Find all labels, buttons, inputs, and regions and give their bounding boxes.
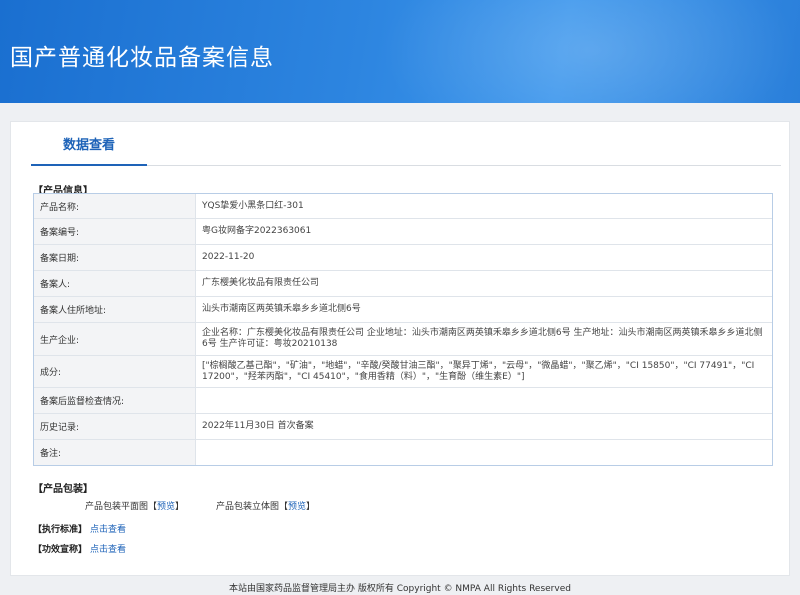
- row-value: [196, 388, 772, 413]
- bracket-open: 【: [279, 502, 289, 512]
- row-value: 粤G妆网备字2022363061: [202, 226, 312, 236]
- content-panel: 数据查看 【产品信息】 产品名称: YQS挚爱小黑条口红-301 备案编号: 粤…: [10, 121, 790, 576]
- row-label: 备案人住所地址:: [34, 297, 196, 322]
- row-label: 产品名称:: [34, 194, 196, 218]
- row-value: 企业名称：广东樱美化妆品有限责任公司 企业地址：汕头市潮南区两英镇禾皋乡乡道北侧…: [202, 328, 763, 349]
- standard-view-link[interactable]: 点击查看: [90, 522, 126, 535]
- row-label: 备案后监督检查情况:: [34, 388, 196, 413]
- row-label: 备案人:: [34, 271, 196, 296]
- table-row: 备案编号: 粤G妆网备字2022363061: [34, 219, 772, 245]
- row-value: ["棕榈酸乙基己酯"，"矿油"，"地蜡"，"辛酸/癸酸甘油三酯"，"聚异丁烯"，…: [202, 360, 755, 382]
- row-label: 备案编号:: [34, 219, 196, 244]
- table-row: 备注:: [34, 440, 772, 465]
- row-value: 汕头市潮南区两英镇禾皋乡乡道北侧6号: [202, 304, 361, 314]
- bracket-close: 】: [306, 502, 316, 512]
- table-row: 备案人住所地址: 汕头市潮南区两英镇禾皋乡乡道北侧6号: [34, 297, 772, 323]
- tab-data-view[interactable]: 数据查看: [31, 122, 147, 166]
- tab-bar: 数据查看: [31, 122, 781, 166]
- row-label: 备注:: [34, 440, 196, 465]
- table-row: 成分: ["棕榈酸乙基己酯"，"矿油"，"地蜡"，"辛酸/癸酸甘油三酯"，"聚异…: [34, 356, 772, 388]
- header-glow: [380, 0, 800, 103]
- page-header: 国产普通化妆品备案信息: [0, 0, 800, 103]
- table-row: 历史记录: 2022年11月30日 首次备案: [34, 414, 772, 440]
- row-value: [196, 440, 772, 465]
- bracket-open: 【: [148, 502, 158, 512]
- row-value: YQS挚爱小黑条口红-301: [202, 200, 304, 211]
- package-stereo-preview-link[interactable]: 预览: [288, 502, 306, 512]
- table-row: 备案后监督检查情况:: [34, 388, 772, 414]
- page-title: 国产普通化妆品备案信息: [10, 45, 274, 71]
- standard-label: 【执行标准】: [33, 525, 88, 535]
- row-label: 生产企业:: [34, 323, 196, 355]
- row-label: 备案日期:: [34, 245, 196, 270]
- product-info-table: 产品名称: YQS挚爱小黑条口红-301 备案编号: 粤G妆网备字2022363…: [33, 193, 773, 466]
- packaging-title: 【产品包装】: [33, 484, 93, 495]
- table-row: 备案人: 广东樱美化妆品有限责任公司: [34, 271, 772, 297]
- row-label: 历史记录:: [34, 414, 196, 439]
- row-value: 广东樱美化妆品有限责任公司: [202, 278, 320, 288]
- package-plane-preview-link[interactable]: 预览: [157, 502, 175, 512]
- footer-copyright: 本站由国家药品监督管理局主办 版权所有 Copyright © NMPA All…: [229, 584, 571, 594]
- row-value: 2022-11-20: [202, 252, 255, 262]
- row-value: 2022年11月30日 首次备案: [202, 421, 314, 431]
- package-stereo-label: 产品包装立体图: [216, 502, 280, 512]
- package-plane-label: 产品包装平面图: [85, 502, 149, 512]
- package-stereo: 产品包装立体图【预览】: [216, 499, 315, 512]
- bracket-close: 】: [175, 502, 185, 512]
- package-plane: 产品包装平面图【预览】: [85, 499, 184, 512]
- table-row: 备案日期: 2022-11-20: [34, 245, 772, 271]
- efficacy-label: 【功效宣称】: [33, 545, 88, 555]
- table-row: 生产企业: 企业名称：广东樱美化妆品有限责任公司 企业地址：汕头市潮南区两英镇禾…: [34, 323, 772, 356]
- row-label: 成分:: [34, 356, 196, 387]
- efficacy-view-link[interactable]: 点击查看: [90, 542, 126, 555]
- table-row: 产品名称: YQS挚爱小黑条口红-301: [34, 194, 772, 219]
